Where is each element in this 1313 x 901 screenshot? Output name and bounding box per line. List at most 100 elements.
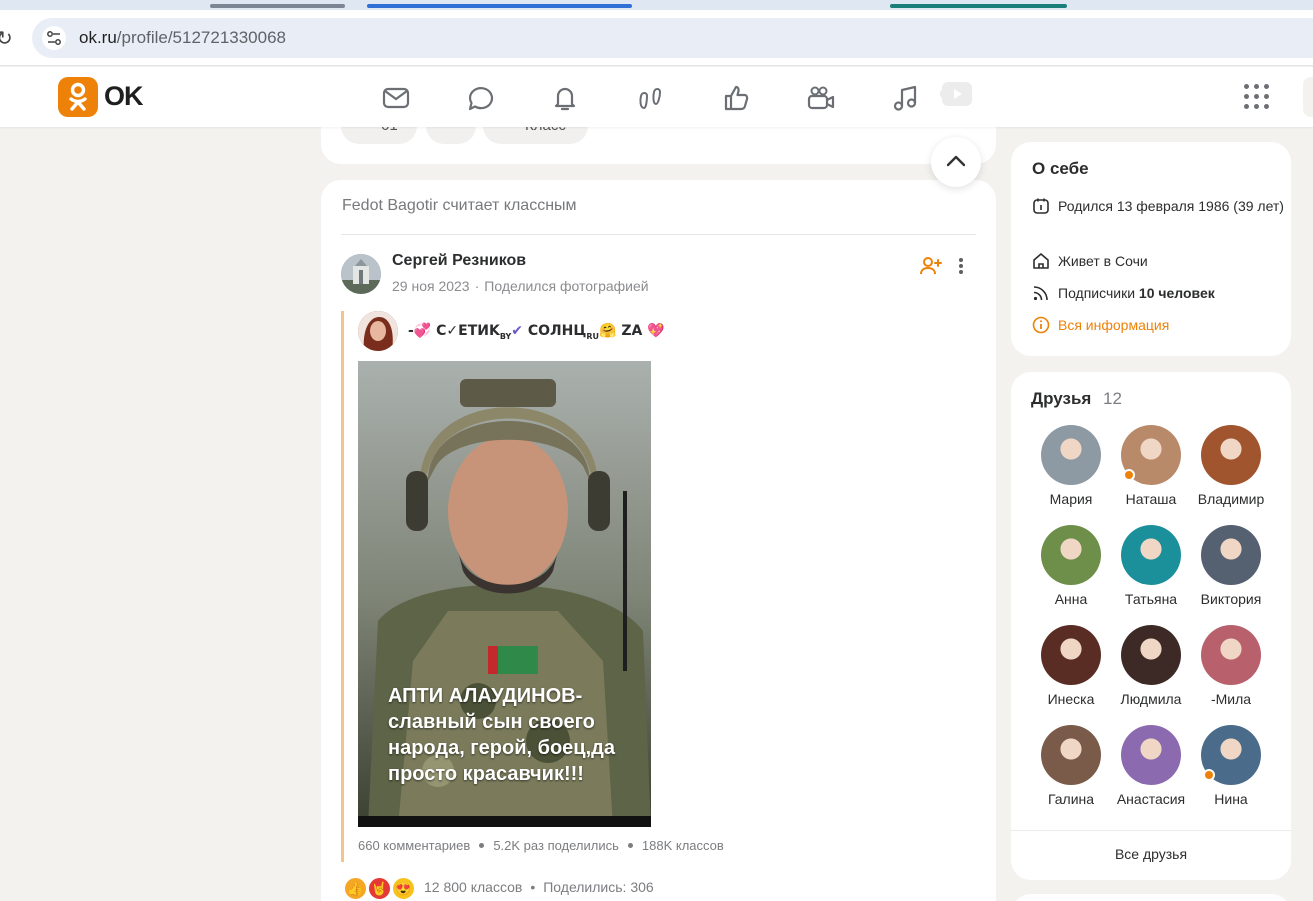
online-indicator bbox=[1203, 769, 1215, 781]
post-likes[interactable]: 12 800 классов bbox=[424, 879, 522, 895]
friend-name[interactable]: Татьяна bbox=[1111, 591, 1191, 607]
add-friend-icon[interactable] bbox=[919, 254, 943, 278]
liked-by-text[interactable]: Fedot Bagotir считает классным bbox=[342, 197, 577, 215]
friend-name[interactable]: Анна bbox=[1031, 591, 1111, 607]
friends-title[interactable]: Друзья bbox=[1031, 389, 1091, 409]
all-friends-link[interactable]: Все друзья bbox=[1011, 846, 1291, 862]
friend-item[interactable]: Галина bbox=[1031, 725, 1111, 815]
about-followers[interactable]: Подписчики 10 человек bbox=[1032, 282, 1282, 304]
reaction-icons[interactable]: 👍 🤘 😍 bbox=[343, 876, 419, 901]
original-shares[interactable]: 5.2K раз поделились bbox=[493, 838, 619, 853]
friend-name[interactable]: Анастасия bbox=[1111, 791, 1191, 807]
location-text[interactable]: Живет в Сочи bbox=[1058, 250, 1284, 272]
original-likes[interactable]: 188K классов bbox=[642, 838, 724, 853]
about-birthday: Родился 13 февраля 1986 (39 лет) bbox=[1032, 195, 1284, 239]
friend-name[interactable]: Мария bbox=[1031, 491, 1111, 507]
friend-avatar[interactable] bbox=[1201, 425, 1261, 485]
friend-item[interactable]: Мария bbox=[1031, 425, 1111, 515]
like-icon[interactable] bbox=[720, 82, 752, 114]
next-sidebar-card bbox=[1011, 894, 1291, 901]
friend-item[interactable]: Татьяна bbox=[1111, 525, 1191, 615]
home-icon bbox=[1033, 253, 1049, 269]
friend-avatar[interactable] bbox=[1201, 525, 1261, 585]
friend-name[interactable]: Владимир bbox=[1191, 491, 1271, 507]
music-icon[interactable] bbox=[890, 82, 922, 114]
friend-item[interactable]: Нина bbox=[1191, 725, 1271, 815]
friend-avatar[interactable] bbox=[1121, 625, 1181, 685]
post-photo[interactable]: АПТИ АЛАУДИНОВ- славный сын своего народ… bbox=[358, 361, 651, 827]
friend-item[interactable]: Наташа bbox=[1111, 425, 1191, 515]
browser-toolbar: ↻ ok.ru/profile/512721330068 bbox=[0, 10, 1313, 66]
group-avatar[interactable] bbox=[358, 311, 398, 351]
site-settings-icon[interactable] bbox=[42, 26, 66, 50]
all-info-link[interactable]: Вся информация bbox=[1032, 314, 1282, 336]
thumbs-up-icon: 👍 bbox=[343, 876, 368, 901]
group-name[interactable]: -💞 C✓ETИKBY✔ СОЛНЦRU🤗 ZA 💖 bbox=[408, 323, 665, 341]
ok-logo-icon[interactable] bbox=[58, 77, 98, 117]
bell-icon[interactable] bbox=[549, 82, 581, 114]
about-card: О себе Родился 13 февраля 1986 (39 лет) … bbox=[1011, 142, 1291, 356]
post-shares[interactable]: Поделились: 306 bbox=[543, 879, 653, 895]
friend-item[interactable]: Людмила bbox=[1111, 625, 1191, 715]
video-camera-icon[interactable] bbox=[805, 82, 837, 114]
reposted-content: -💞 C✓ETИKBY✔ СОЛНЦRU🤗 ZA 💖 АПТИ АЛАУДИНО… bbox=[341, 311, 981, 862]
reload-icon[interactable]: ↻ bbox=[0, 26, 13, 50]
video-play-icon[interactable] bbox=[940, 80, 974, 108]
post-date[interactable]: 29 ноя 2023 bbox=[392, 278, 470, 294]
site-header: OK bbox=[0, 67, 1313, 127]
all-info-text[interactable]: Вся информация bbox=[1058, 314, 1284, 336]
post-meta: 29 ноя 2023 · Поделился фотографией bbox=[392, 278, 649, 294]
tab-indicator bbox=[890, 4, 1067, 8]
friend-item[interactable]: Владимир bbox=[1191, 425, 1271, 515]
calendar-icon bbox=[1033, 198, 1049, 214]
info-icon bbox=[1032, 316, 1050, 334]
tab-indicator bbox=[210, 4, 345, 8]
friend-item[interactable]: -Мила bbox=[1191, 625, 1271, 715]
friend-avatar[interactable] bbox=[1121, 725, 1181, 785]
rock-hand-icon: 🤘 bbox=[367, 876, 392, 901]
friend-name[interactable]: Наташа bbox=[1111, 491, 1191, 507]
original-comments[interactable]: 660 комментариев bbox=[358, 838, 470, 853]
author-avatar[interactable] bbox=[341, 254, 381, 294]
friend-avatar[interactable] bbox=[1041, 425, 1101, 485]
apps-grid-icon[interactable] bbox=[1244, 84, 1270, 110]
friend-avatar[interactable] bbox=[1041, 525, 1101, 585]
online-indicator bbox=[1123, 469, 1135, 481]
chevron-up-icon bbox=[946, 155, 966, 167]
friend-item[interactable]: Виктория bbox=[1191, 525, 1271, 615]
url-text[interactable]: ok.ru/profile/512721330068 bbox=[79, 28, 286, 48]
friend-item[interactable]: Анна bbox=[1031, 525, 1111, 615]
friend-avatar[interactable] bbox=[1121, 525, 1181, 585]
friend-name[interactable]: Виктория bbox=[1191, 591, 1271, 607]
address-bar[interactable]: ok.ru/profile/512721330068 bbox=[32, 18, 1313, 58]
guests-icon[interactable] bbox=[635, 82, 667, 114]
friend-item[interactable]: Инеска bbox=[1031, 625, 1111, 715]
heart-eyes-icon: 😍 bbox=[391, 876, 416, 901]
friend-item[interactable]: Анастасия bbox=[1111, 725, 1191, 815]
post-stats: 12 800 классов • Поделились: 306 bbox=[424, 879, 654, 895]
more-options-icon[interactable] bbox=[953, 254, 969, 278]
scroll-to-top-button[interactable] bbox=[931, 137, 981, 187]
friends-count: 12 bbox=[1103, 389, 1122, 408]
header-clipped-control[interactable] bbox=[1303, 77, 1313, 117]
author-name[interactable]: Сергей Резников bbox=[392, 252, 526, 270]
logo-text[interactable]: OK bbox=[104, 81, 143, 112]
post-action: Поделился фотографией bbox=[484, 278, 649, 294]
friend-name[interactable]: Людмила bbox=[1111, 691, 1191, 707]
mail-icon[interactable] bbox=[380, 82, 412, 114]
friend-name[interactable]: -Мила bbox=[1191, 691, 1271, 707]
friend-name[interactable]: Инеска bbox=[1031, 691, 1111, 707]
original-post-stats: 660 комментариев 5.2K раз поделились 188K … bbox=[358, 838, 724, 853]
chat-icon[interactable] bbox=[465, 82, 497, 114]
friends-card: Друзья 12 Мария Наташа Владимир Анна Татьяна… bbox=[1011, 372, 1291, 880]
friend-name[interactable]: Нина bbox=[1191, 791, 1271, 807]
friend-avatar[interactable] bbox=[1041, 625, 1101, 685]
birthday-text: Родился 13 февраля 1986 (39 лет) bbox=[1058, 198, 1284, 214]
feed-post-card: Fedot Bagotir считает классным Сергей Ре… bbox=[321, 180, 996, 901]
about-title: О себе bbox=[1032, 159, 1089, 178]
followers-text: Подписчики 10 человек bbox=[1058, 285, 1215, 301]
friend-avatar[interactable] bbox=[1201, 625, 1261, 685]
friend-avatar[interactable] bbox=[1041, 725, 1101, 785]
rss-icon bbox=[1033, 286, 1048, 301]
friend-name[interactable]: Галина bbox=[1031, 791, 1111, 807]
